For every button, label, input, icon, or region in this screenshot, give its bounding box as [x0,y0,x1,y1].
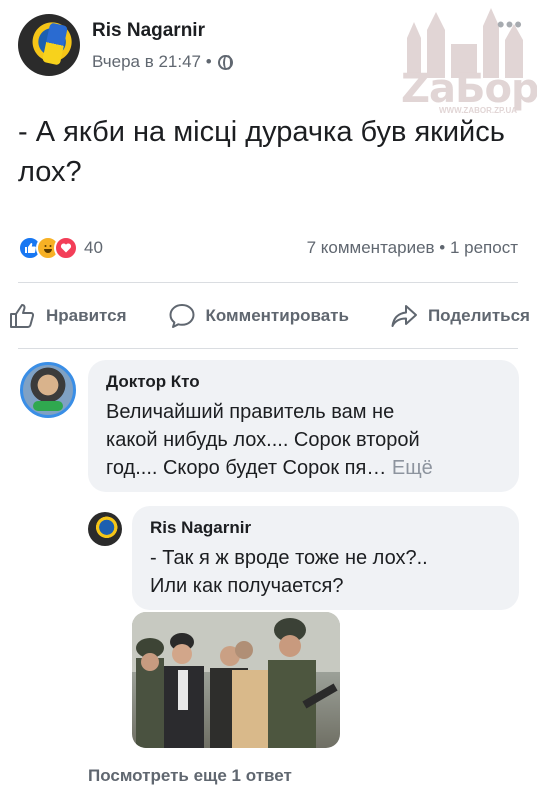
see-more-link[interactable]: Ещё [392,457,433,479]
reactions-count: 40 [84,238,103,257]
like-button[interactable]: Нравится [8,302,127,330]
comment-line: какой нибудь лох.... Сорок второй [106,429,420,451]
reply-author[interactable]: Ris Nagarnir [150,518,251,538]
comment-bubble-icon [169,304,195,328]
author-avatar[interactable] [18,14,80,76]
comment-line: Величайший правитель вам не [106,401,395,423]
post-timestamp[interactable]: Вчера в 21:47 • [92,52,212,72]
badge-icon [33,401,63,411]
divider [18,348,518,349]
comment-label: Комментировать [205,306,349,325]
comment-line: год.... Скоро будет Сорок пя… Ещё [106,454,511,482]
commenter-avatar[interactable] [20,362,76,418]
zabor-watermark: ••• ZaБор WWW.ZABOR.ZP.UA [399,8,537,116]
comment-button[interactable]: Комментировать [168,302,349,330]
action-bar: Нравится Комментировать Поделиться [8,296,530,336]
reply-text: - Так я ж вроде тоже не лох?.. Или как п… [150,544,510,600]
reply-line: - Так я ж вроде тоже не лох?.. [150,547,428,569]
author-name[interactable]: Ris Nagarnir [92,20,205,42]
comment-line-text: год.... Скоро будет Сорок пя… [106,457,392,479]
share-label: Поделиться [427,306,530,325]
globe-icon [217,54,233,70]
photo-image [132,612,340,748]
thumbs-up-icon [10,304,35,328]
more-options-icon[interactable]: ••• [497,12,523,38]
reactions-summary[interactable]: 40 [18,236,103,260]
comment-bubble [88,360,519,492]
share-arrow-icon [391,305,417,327]
reply-line: Или как получается? [150,575,344,597]
share-button[interactable]: Поделиться [390,302,530,330]
like-label: Нравится [46,306,127,325]
post-meta: Вчера в 21:47 • [92,52,233,72]
reply-author-avatar[interactable] [88,512,122,546]
post-stats: 40 7 комментариев • 1 репост [18,234,518,264]
reply-photo[interactable] [132,612,340,748]
comment-text: Величайший правитель вам не какой нибудь… [106,398,511,482]
comment-author[interactable]: Доктор Кто [106,372,200,392]
comments-shares-count[interactable]: 7 комментариев • 1 репост [307,238,518,258]
view-more-replies-link[interactable]: Посмотреть еще 1 ответ [88,766,292,786]
love-reaction-icon [54,236,78,260]
post-text: - А якби на місці дурачка був якийсь лох… [18,116,505,188]
reply-bubble [132,506,519,610]
divider [18,282,518,283]
ukraine-flag-icon [42,22,68,66]
